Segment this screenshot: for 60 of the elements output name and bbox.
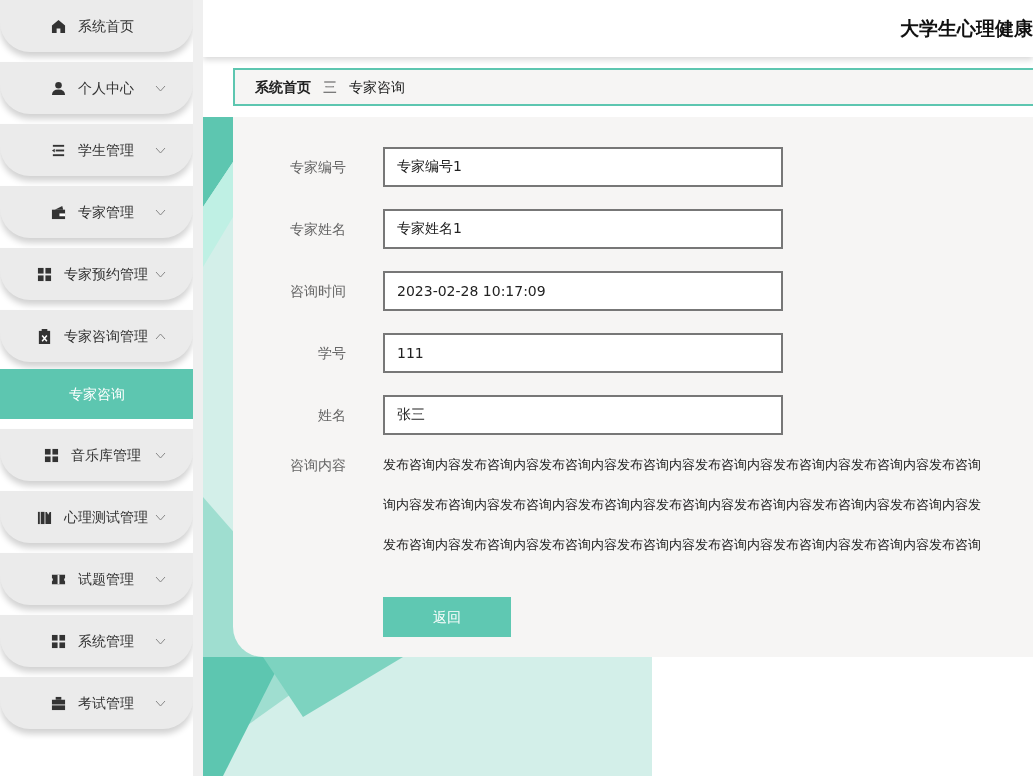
sidebar-item[interactable]: 音乐库管理 (0, 429, 193, 481)
grid-icon (44, 447, 59, 463)
grid-icon (37, 266, 52, 282)
field-label: 学号 (317, 343, 347, 363)
breadcrumb-separator: 三 (323, 77, 337, 97)
chevron-down-icon (155, 84, 166, 92)
input-field[interactable]: 2023-02-28 10:17:09 (383, 271, 783, 311)
menu-label: 试题管理 (78, 569, 134, 589)
menu-label: 专家管理 (78, 202, 134, 222)
menu-label: 音乐库管理 (71, 445, 141, 465)
sidebar-item[interactable]: 学生管理 (0, 124, 193, 176)
input-field[interactable]: 111 (383, 333, 783, 373)
user-icon (51, 80, 66, 96)
menu-label: 专家预约管理 (64, 264, 148, 284)
home-icon (51, 18, 66, 34)
sidebar-item[interactable]: 专家预约管理 (0, 248, 193, 300)
briefcase-icon (51, 695, 66, 711)
books-icon (37, 509, 52, 525)
field-label: 专家姓名 (289, 219, 347, 239)
chevron-down-icon (155, 699, 166, 707)
menu-label: 个人中心 (78, 78, 134, 98)
sidebar-item[interactable]: 考试管理 (0, 677, 193, 729)
menu-label: 系统首页 (78, 16, 134, 36)
chevron-down-icon (155, 513, 166, 521)
chevron-down-icon (155, 451, 166, 459)
chevron-down-icon (155, 208, 166, 216)
input-field[interactable]: 张三 (383, 395, 783, 435)
sidebar-item[interactable]: 个人中心 (0, 62, 193, 114)
content-text: 发布咨询内容发布咨询内容发布咨询内容发布咨询内容发布咨询内容发布咨询内容发布咨询内容发布咨询 (383, 456, 981, 474)
clipboard-icon (37, 328, 52, 344)
breadcrumb-link[interactable]: 专家咨询 (349, 76, 405, 98)
sidebar-item[interactable]: 系统管理 (0, 615, 193, 667)
site-title: 大学生心理健康 (900, 16, 1033, 42)
chevron-up-icon (155, 332, 166, 340)
sidebar-item[interactable]: 专家咨询管理 (0, 310, 193, 362)
sidebar-item[interactable]: 专家管理 (0, 186, 193, 238)
wallet-icon (51, 204, 66, 220)
field-label: 咨询内容 (289, 456, 347, 475)
sidebar-item[interactable]: 心理测试管理 (0, 491, 193, 543)
sidebar-item[interactable]: 系统首页 (0, 0, 193, 52)
content-text: 询内容发布咨询内容发布咨询内容发布咨询内容发布咨询内容发布咨询内容发布咨询内容发布咨询内容发 (383, 496, 981, 514)
menu-label: 学生管理 (78, 140, 134, 160)
input-field[interactable]: 专家编号1 (383, 147, 783, 187)
grid-icon (51, 633, 66, 649)
field-label: 咨询时间 (289, 281, 347, 301)
sidebar-item[interactable]: 试题管理 (0, 553, 193, 605)
chevron-down-icon (155, 270, 166, 278)
menu-label: 考试管理 (78, 693, 134, 713)
input-field[interactable]: 专家姓名1 (383, 209, 783, 249)
list-icon (51, 142, 66, 158)
menu-label: 专家咨询管理 (64, 326, 148, 346)
chevron-down-icon (155, 146, 166, 154)
field-label: 姓名 (317, 405, 347, 425)
field-label: 专家编号 (289, 157, 347, 177)
breadcrumb-link[interactable]: 系统首页 (255, 76, 311, 98)
chevron-down-icon (155, 637, 166, 645)
menu-label: 系统管理 (78, 631, 134, 651)
menu-label: 心理测试管理 (64, 507, 148, 527)
chevron-down-icon (155, 575, 166, 583)
content-text: 发布咨询内容发布咨询内容发布咨询内容发布咨询内容发布咨询内容发布咨询内容发布咨询内容发布咨询 (383, 536, 981, 554)
